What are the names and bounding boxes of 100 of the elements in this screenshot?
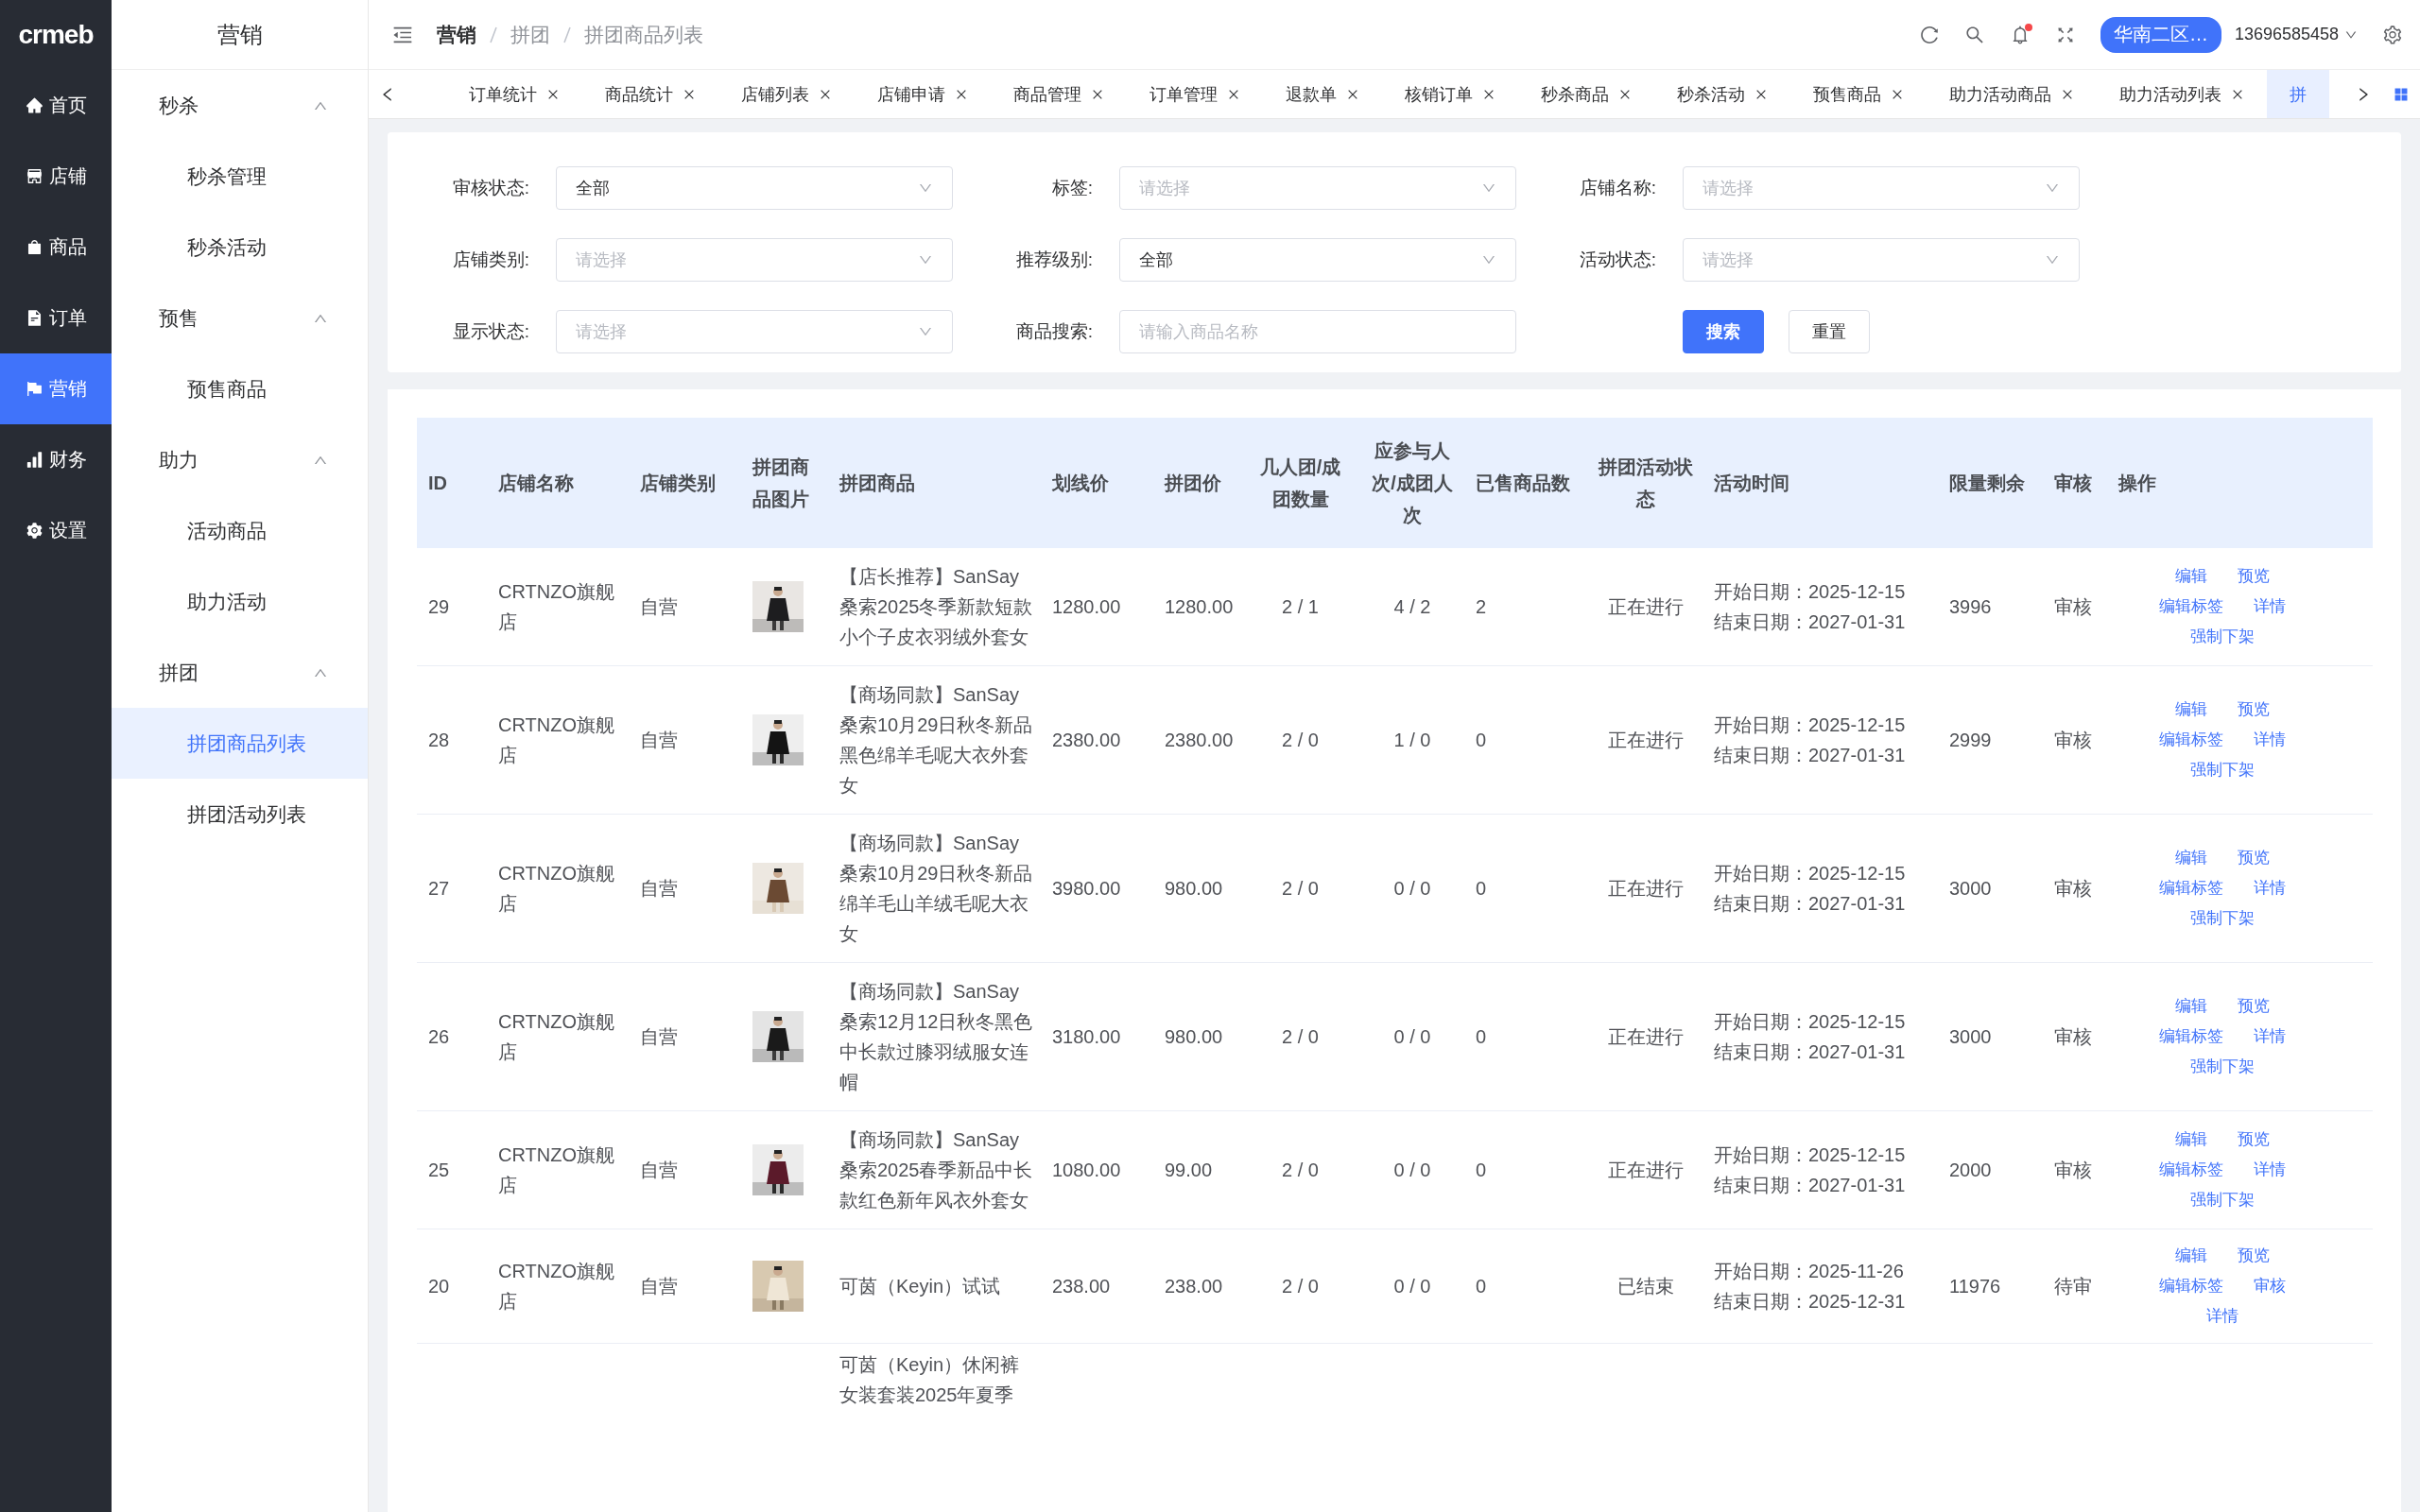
table-cell: CRTNZO旗舰店 xyxy=(487,1228,629,1344)
action-link[interactable]: 编辑标签 xyxy=(2144,1157,2238,1183)
search-button[interactable]: 搜索 xyxy=(1683,310,1764,353)
action-link[interactable]: 详情 xyxy=(2238,1023,2301,1050)
table-cell: 25 xyxy=(417,1110,487,1229)
breadcrumb-item[interactable]: 营销 xyxy=(437,21,476,48)
action-link[interactable]: 详情 xyxy=(2238,875,2301,902)
action-link[interactable]: 编辑 xyxy=(2160,845,2222,871)
action-link[interactable]: 审核 xyxy=(2238,1273,2301,1299)
table-cell: 2380.00 xyxy=(1041,665,1153,815)
table-cell: 20 xyxy=(417,1228,487,1344)
action-link[interactable]: 强制下架 xyxy=(2175,624,2270,650)
action-link[interactable]: 预览 xyxy=(2222,563,2285,590)
table-cell: 正在进行 xyxy=(1582,814,1703,963)
table-cell: 1280.00 xyxy=(1041,548,1153,666)
table-cell: 27 xyxy=(417,814,487,963)
action-link[interactable]: 编辑标签 xyxy=(2144,1273,2238,1299)
action-link[interactable]: 强制下架 xyxy=(2175,1187,2270,1213)
page-tab[interactable]: 秒杀商品 xyxy=(1518,70,1654,118)
nav-item[interactable]: 营销 xyxy=(0,353,112,424)
action-link[interactable]: 预览 xyxy=(2222,845,2285,871)
filter-label: 审核状态: xyxy=(451,177,529,199)
action-link[interactable]: 强制下架 xyxy=(2175,757,2270,783)
nav-item[interactable]: 商品 xyxy=(0,212,112,283)
table-cell: 【商场同款】SanSay桑索12月12日秋冬黑色中长款过膝羽绒服女连帽 xyxy=(828,962,1041,1111)
submenu-group[interactable]: 秒杀 xyxy=(112,70,368,141)
page-tab[interactable]: 助力活动列表 xyxy=(2097,70,2267,118)
reset-button[interactable]: 重置 xyxy=(1789,310,1870,353)
action-link[interactable]: 预览 xyxy=(2222,1126,2285,1153)
action-link[interactable]: 编辑标签 xyxy=(2144,593,2238,620)
action-link[interactable]: 预览 xyxy=(2222,993,2285,1020)
page-tab[interactable]: 助力活动商品 xyxy=(1927,70,2097,118)
table-cell: 正在进行 xyxy=(1582,1110,1703,1229)
action-link[interactable]: 编辑 xyxy=(2160,696,2222,723)
end-date: 结束日期：2027-01-31 xyxy=(1714,1174,1907,1197)
action-link[interactable]: 编辑 xyxy=(2160,563,2222,590)
end-date: 结束日期：2025-12-31 xyxy=(1714,1290,1907,1314)
group-label: 拼团 xyxy=(159,660,199,685)
select-field[interactable]: 全部 xyxy=(1119,238,1516,282)
action-link[interactable]: 详情 xyxy=(2238,727,2301,753)
table-cell: 3980.00 xyxy=(1041,814,1153,963)
end-date: 结束日期：2027-01-31 xyxy=(1714,1040,1907,1064)
action-link[interactable]: 详情 xyxy=(2238,593,2301,620)
table-cell: 0 / 0 xyxy=(1355,962,1464,1111)
action-link[interactable]: 预览 xyxy=(2222,1243,2285,1269)
table-cell: 2 / 0 xyxy=(1240,962,1355,1111)
action-link[interactable]: 强制下架 xyxy=(2175,1054,2270,1080)
region-button[interactable]: 华南二区… xyxy=(2100,16,2221,53)
home-icon xyxy=(25,96,43,114)
nav-item[interactable]: 店铺 xyxy=(0,141,112,212)
action-link[interactable]: 编辑标签 xyxy=(2144,875,2238,902)
column-header: 拼团活动状态 xyxy=(1582,418,1703,548)
select-field[interactable]: 全部 xyxy=(556,166,953,210)
action-link[interactable]: 编辑 xyxy=(2160,1243,2222,1269)
page-tab[interactable]: 核销订单 xyxy=(1382,70,1518,118)
settings-icon[interactable] xyxy=(2382,24,2403,45)
page-tab[interactable]: 拼 xyxy=(2267,70,2329,118)
submenu-item[interactable]: 拼团商品列表 xyxy=(112,708,368,779)
action-link[interactable]: 预览 xyxy=(2222,696,2285,723)
page-tab[interactable]: 预售商品 xyxy=(1790,70,1927,118)
page-tab[interactable]: 订单管理 xyxy=(1127,70,1263,118)
nav-item[interactable]: 设置 xyxy=(0,495,112,566)
table-cell: 0 xyxy=(1464,665,1582,815)
page-tab[interactable]: 商品管理 xyxy=(991,70,1127,118)
search-icon[interactable] xyxy=(1963,24,1985,45)
page-tab[interactable]: 退款单 xyxy=(1263,70,1382,118)
table-cell-text: 审核 xyxy=(2054,1159,2093,1182)
action-link[interactable]: 强制下架 xyxy=(2175,905,2270,932)
page-tab[interactable]: 商品统计 xyxy=(582,70,718,118)
nav-item[interactable]: 订单 xyxy=(0,283,112,353)
table-cell-text: 审核 xyxy=(2054,729,2093,752)
action-link[interactable]: 编辑 xyxy=(2160,1126,2222,1153)
submenu-group[interactable]: 预售 xyxy=(112,283,368,353)
nav-item[interactable]: 首页 xyxy=(0,70,112,141)
page-tab[interactable]: 店铺列表 xyxy=(718,70,855,118)
submenu-group[interactable]: 助力 xyxy=(112,424,368,495)
submenu-group[interactable]: 拼团 xyxy=(112,637,368,708)
table-cell: 99.00 xyxy=(1153,1110,1240,1229)
user-name[interactable]: 13696585458 xyxy=(2234,25,2339,44)
breadcrumb-item[interactable]: 拼团 xyxy=(510,21,550,48)
table-cell-text: 审核 xyxy=(2054,877,2093,901)
page-tab[interactable]: 秒杀活动 xyxy=(1654,70,1790,118)
action-link[interactable]: 编辑标签 xyxy=(2144,1023,2238,1050)
page-tab[interactable]: 订单统计 xyxy=(446,70,582,118)
action-link[interactable]: 编辑 xyxy=(2160,993,2222,1020)
action-link[interactable]: 详情 xyxy=(2238,1157,2301,1183)
table-cell: 28 xyxy=(417,665,487,815)
action-link[interactable]: 编辑标签 xyxy=(2144,727,2238,753)
column-header: 店铺类别 xyxy=(629,418,741,548)
action-link[interactable]: 详情 xyxy=(2191,1303,2254,1330)
table-cell: 3180.00 xyxy=(1041,962,1153,1111)
table-cell: 3000 xyxy=(1938,814,2043,963)
nav-item[interactable]: 财务 xyxy=(0,424,112,495)
table-cell: 2 / 0 xyxy=(1240,665,1355,815)
search-field[interactable]: 请输入商品名称 xyxy=(1119,310,1516,353)
refresh-icon[interactable] xyxy=(1918,24,1940,45)
table-cell: 980.00 xyxy=(1153,814,1240,963)
start-date: 开始日期：2025-12-15 xyxy=(1714,862,1907,885)
page-tab[interactable]: 店铺申请 xyxy=(855,70,991,118)
filter-label: 店铺名称: xyxy=(1578,177,1656,199)
